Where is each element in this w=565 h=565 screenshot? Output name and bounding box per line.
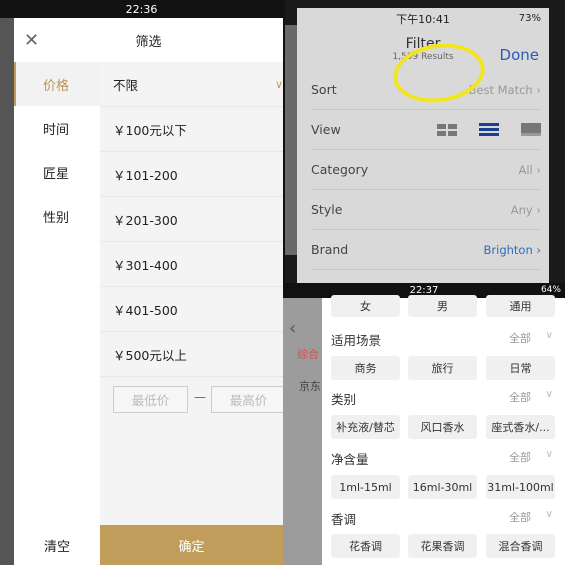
chip-unisex[interactable]: 通用	[486, 295, 555, 317]
chip[interactable]: 16ml-30ml	[408, 475, 477, 499]
filter-category-nav: 价格 时间 匠星 性别	[14, 62, 100, 525]
list-view-icon[interactable]	[479, 123, 499, 136]
filter-drawer: ✕ 筛选 价格 时间 匠星 性别 不限 ∨ ￥100元以下 ￥101-200 ￥2…	[14, 18, 286, 565]
chip[interactable]: 花果香调	[408, 534, 477, 558]
section-value: 全部	[509, 511, 531, 524]
section-volume[interactable]: 净含量 全部 ∨	[331, 449, 557, 468]
clear-button[interactable]: 清空	[14, 525, 100, 565]
nav-item-craftsman[interactable]: 匠星	[14, 150, 100, 194]
page-title: 筛选	[135, 34, 162, 50]
photo-filter-screen: 下午10:41 73% Filter 1,509 Results Done Sor…	[285, 0, 565, 283]
background-page	[285, 25, 297, 255]
filter-sheet: 下午10:41 73% Filter 1,509 Results Done Sor…	[297, 8, 549, 283]
section-value: 全部	[509, 391, 531, 404]
min-price-input[interactable]: 最低价	[113, 386, 188, 413]
chip[interactable]: 商务	[331, 356, 400, 380]
close-icon[interactable]: ✕	[24, 30, 39, 51]
perfume-filter-screen: 22:37 64% ‹ 综合 京东 女 男 通用 适用场景 全部 ∨ 商务 旅行 日常…	[283, 283, 565, 565]
chip[interactable]: 31ml-100ml	[486, 475, 555, 499]
range-dash: —	[194, 390, 206, 404]
dimmed-background[interactable]	[0, 18, 14, 565]
price-option[interactable]: ￥500元以上	[100, 332, 283, 377]
nav-item-gender[interactable]: 性别	[14, 194, 100, 238]
chip[interactable]: 座式香水/...	[486, 415, 555, 439]
price-option[interactable]: ￥101-200	[100, 152, 283, 197]
section-title: 适用场景	[331, 333, 382, 348]
chevron-down-icon: ∨	[545, 509, 553, 520]
chip-female[interactable]: 女	[331, 295, 400, 317]
row-value: Any ›	[510, 202, 541, 217]
row-value: All ›	[518, 162, 541, 177]
section-category[interactable]: 类别 全部 ∨	[331, 389, 557, 408]
bg-tab: 综合	[297, 348, 319, 361]
gallery-view-icon[interactable]	[521, 123, 541, 136]
section-value: 全部	[509, 451, 531, 464]
status-bar: 22:36	[0, 0, 283, 18]
section-value: 全部	[509, 332, 531, 345]
status-time: 22:36	[125, 2, 158, 16]
brand-row[interactable]: Brand Brighton ›	[311, 230, 541, 270]
chip[interactable]: 花香调	[331, 534, 400, 558]
status-bar: 下午10:41 73%	[297, 8, 549, 30]
view-row: View	[311, 110, 541, 150]
back-icon: ‹	[289, 318, 297, 339]
done-button[interactable]: Done	[500, 46, 539, 64]
battery-level: 73%	[518, 13, 541, 24]
nav-item-time[interactable]: 时间	[14, 106, 100, 150]
chip[interactable]: 补充液/替芯	[331, 415, 400, 439]
chip[interactable]: 1ml-15ml	[331, 475, 400, 499]
chevron-down-icon: ∨	[545, 389, 553, 400]
chip-male[interactable]: 男	[408, 295, 477, 317]
chip[interactable]: 日常	[486, 356, 555, 380]
confirm-button[interactable]: 确定	[100, 525, 283, 565]
style-row[interactable]: Style Any ›	[311, 190, 541, 230]
chevron-down-icon: ∨	[274, 77, 283, 91]
nav-item-price[interactable]: 价格	[14, 62, 100, 106]
section-title: 香调	[331, 512, 357, 527]
row-value: Brighton ›	[483, 242, 542, 257]
chip[interactable]: 混合香调	[486, 534, 555, 558]
category-row[interactable]: Category All ›	[311, 150, 541, 190]
max-price-input[interactable]: 最高价	[211, 386, 286, 413]
row-label: Category	[311, 162, 369, 177]
row-label: View	[311, 122, 341, 137]
price-option[interactable]: ￥401-500	[100, 287, 283, 332]
price-options: 不限 ∨ ￥100元以下 ￥101-200 ￥201-300 ￥301-400 ￥…	[100, 62, 283, 377]
chip[interactable]: 风口香水	[408, 415, 477, 439]
drawer-header: ✕ 筛选	[14, 18, 283, 62]
section-title: 净含量	[331, 452, 369, 467]
row-value: Best Match ›	[468, 82, 541, 97]
grid-view-icon[interactable]	[437, 123, 457, 136]
price-option[interactable]: ￥100元以下	[100, 107, 283, 152]
chip[interactable]: 旅行	[408, 356, 477, 380]
price-option[interactable]: ￥201-300	[100, 197, 283, 242]
section-scene[interactable]: 适用场景 全部 ∨	[331, 330, 557, 349]
chevron-down-icon: ∨	[545, 449, 553, 460]
row-label: Sort	[311, 82, 337, 97]
option-label: 不限	[113, 77, 139, 93]
dimmed-background[interactable]: ‹ 综合 京东	[283, 298, 322, 565]
section-title: 类别	[331, 392, 357, 407]
price-option[interactable]: 不限 ∨	[100, 62, 283, 107]
row-label: Brand	[311, 242, 349, 257]
battery-level: 64%	[540, 285, 561, 295]
row-label: Style	[311, 202, 343, 217]
bg-tab: 京东	[299, 380, 321, 393]
section-scent[interactable]: 香调 全部 ∨	[331, 509, 557, 528]
chevron-down-icon: ∨	[545, 330, 553, 341]
status-time: 下午10:41	[396, 13, 450, 26]
price-option[interactable]: ￥301-400	[100, 242, 283, 287]
